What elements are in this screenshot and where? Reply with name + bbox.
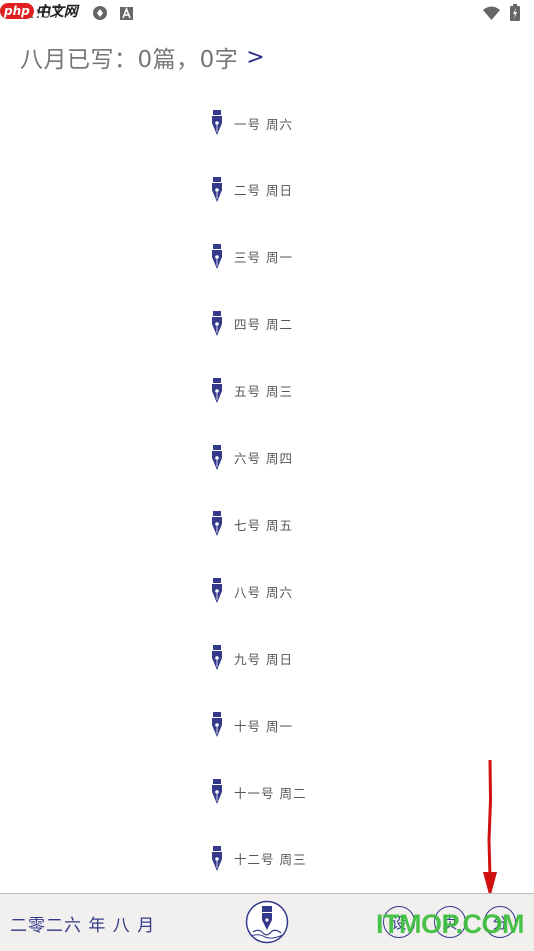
fountain-pen-icon xyxy=(212,110,222,135)
chevron-right-icon: > xyxy=(246,44,266,70)
fountain-pen-icon xyxy=(212,176,222,202)
fountain-pen-icon xyxy=(212,444,222,470)
day-list-item[interactable]: 十一号 周二 xyxy=(210,778,306,806)
php-logo-badge: php xyxy=(0,3,34,19)
day-list-item[interactable]: 六号 周四 xyxy=(210,444,293,472)
day-label: 十二号 周三 xyxy=(234,852,307,868)
day-label: 十一号 周二 xyxy=(234,785,307,801)
day-label: 七号 周五 xyxy=(234,517,293,533)
day-label: 八号 周六 xyxy=(234,584,293,600)
month-selector[interactable]: 二零二六 年 八 月 xyxy=(10,911,155,936)
day-list-item[interactable]: 二号 周日 xyxy=(210,176,293,204)
wifi-icon xyxy=(483,6,500,20)
day-label: 十号 周一 xyxy=(234,718,293,734)
day-label: 五号 周三 xyxy=(234,384,293,400)
fountain-pen-icon xyxy=(212,243,222,269)
day-list-item[interactable]: 五号 周三 xyxy=(210,377,293,405)
status-icons-right xyxy=(483,4,520,21)
fountain-pen-icon xyxy=(212,845,222,871)
sync-icon xyxy=(93,6,107,20)
fountain-pen-icon xyxy=(212,578,222,604)
fountain-pen-icon xyxy=(212,310,222,336)
day-list-item[interactable]: 十二号 周三 xyxy=(210,845,306,873)
red-arrow-annotation xyxy=(483,760,497,898)
itmop-watermark: ITMOP.COM xyxy=(376,909,525,939)
php-logo-text: 中文网 xyxy=(35,4,78,20)
day-label: 九号 周日 xyxy=(234,651,293,667)
day-list-item[interactable]: 十号 周一 xyxy=(210,711,293,739)
status-bar: 1:07 php 中文网 xyxy=(0,0,534,28)
day-list-item[interactable]: 三号 周一 xyxy=(210,243,293,271)
fountain-pen-icon xyxy=(212,645,222,671)
month-summary-header[interactable]: 八月已写：0篇，0字 > xyxy=(20,40,265,74)
day-label: 三号 周一 xyxy=(234,250,293,266)
day-list-item[interactable]: 九号 周日 xyxy=(210,644,293,672)
battery-icon xyxy=(510,4,520,21)
fountain-pen-icon xyxy=(212,511,222,537)
app-a-icon xyxy=(120,6,133,20)
fountain-pen-icon xyxy=(212,712,222,738)
pen-seal-icon xyxy=(245,900,289,944)
status-icons-left xyxy=(92,5,133,21)
fountain-pen-icon xyxy=(212,377,222,403)
day-list-item[interactable]: 四号 周二 xyxy=(210,310,293,338)
day-label: 六号 周四 xyxy=(234,451,293,466)
day-label: 一号 周六 xyxy=(234,116,293,132)
month-summary-text: 八月已写：0篇，0字 xyxy=(20,47,239,73)
day-list-item[interactable]: 一号 周六 xyxy=(210,109,293,137)
day-label: 二号 周日 xyxy=(234,183,293,199)
day-list-item[interactable]: 七号 周五 xyxy=(210,510,293,538)
php-logo: php 中文网 xyxy=(0,1,78,21)
new-entry-button[interactable] xyxy=(245,900,289,948)
fountain-pen-icon xyxy=(212,779,222,804)
day-list-item[interactable]: 八号 周六 xyxy=(210,577,293,605)
day-label: 四号 周二 xyxy=(234,317,293,333)
